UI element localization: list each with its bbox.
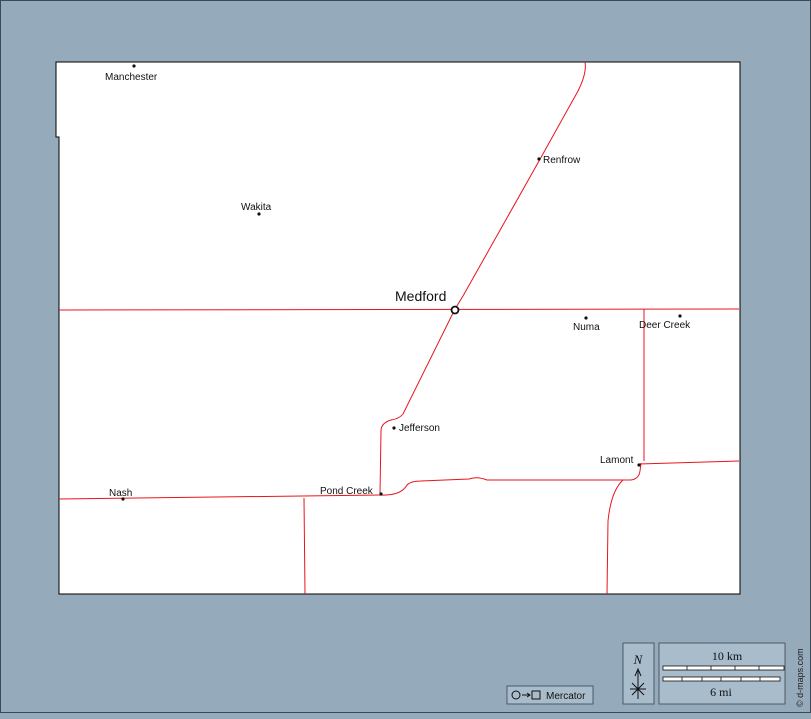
scale-mi-bar	[662, 676, 781, 682]
town-dot-lamont	[637, 463, 641, 467]
town-dot-jefferson	[392, 426, 396, 430]
town-dot-numa	[584, 316, 588, 320]
map-frame: Manchester Renfrow Wakita Numa Deer Cree…	[0, 0, 811, 713]
scale-km-label: 10 km	[712, 649, 743, 663]
county-area	[55, 61, 741, 595]
town-label-pond-creek: Pond Creek	[320, 486, 374, 497]
map-canvas: Manchester Renfrow Wakita Numa Deer Cree…	[55, 61, 805, 707]
town-label-numa: Numa	[573, 322, 600, 333]
town-label-wakita: Wakita	[241, 202, 272, 213]
scale-bar: 10 km 6 mi	[658, 642, 786, 705]
town-label-lamont: Lamont	[600, 455, 634, 466]
projection-label: Mercator	[546, 691, 586, 702]
town-dot-deer-creek	[678, 314, 682, 318]
town-label-nash: Nash	[109, 488, 132, 499]
town-dot-pond-creek	[379, 492, 383, 496]
compass-north-label: N	[633, 652, 644, 667]
county-seat-label: Medford	[395, 288, 446, 304]
town-dot-manchester	[132, 64, 136, 68]
town-label-deer-creek: Deer Creek	[639, 320, 691, 331]
county-seat-marker	[450, 305, 460, 315]
projection-badge: Mercator	[506, 685, 594, 705]
scale-mi-label: 6 mi	[710, 685, 732, 699]
compass: N	[622, 642, 655, 705]
town-label-renfrow: Renfrow	[543, 155, 581, 166]
town-label-jefferson: Jefferson	[399, 423, 440, 434]
town-dot-renfrow	[537, 157, 541, 161]
credit-text: © d-maps.com	[795, 648, 805, 707]
town-label-manchester: Manchester	[105, 72, 158, 83]
scale-km-bar	[662, 665, 785, 671]
